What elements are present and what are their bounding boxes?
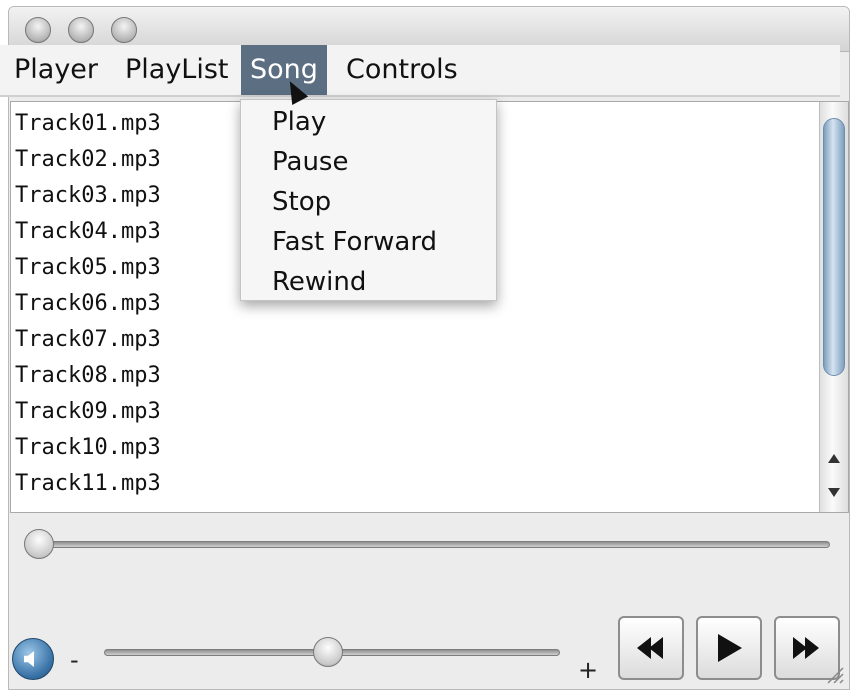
playlist-track[interactable]: Track02.mp3 [15, 142, 161, 178]
playlist-track[interactable]: Track03.mp3 [15, 178, 161, 214]
playlist-scrollbar[interactable] [819, 102, 848, 512]
play-button[interactable] [696, 616, 762, 680]
rewind-button[interactable] [618, 616, 684, 680]
playlist-track[interactable]: Track05.mp3 [15, 250, 161, 286]
rewind-icon [637, 637, 663, 659]
menu-controls[interactable]: Controls [337, 45, 467, 95]
minimize-window-button[interactable] [68, 17, 94, 43]
close-window-button[interactable] [25, 17, 51, 43]
playlist-track[interactable]: Track09.mp3 [15, 394, 161, 430]
progress-slider-knob[interactable] [24, 529, 54, 559]
menu-item-stop[interactable]: Stop [272, 182, 331, 222]
menu-item-rewind[interactable]: Rewind [272, 262, 366, 302]
playlist-track[interactable]: Track11.mp3 [15, 466, 161, 502]
menu-player[interactable]: Player [5, 45, 107, 95]
menu-bar: Player PlayList Song Controls [0, 45, 840, 97]
menu-item-pause[interactable]: Pause [272, 142, 348, 182]
playlist-track[interactable]: Track10.mp3 [15, 430, 161, 466]
scroll-up-arrow-icon[interactable] [828, 454, 840, 463]
scrollbar-thumb[interactable] [823, 118, 845, 376]
song-menu-dropdown: Play Pause Stop Fast Forward Rewind [240, 99, 497, 301]
scroll-down-arrow-icon[interactable] [828, 488, 840, 497]
menu-item-play[interactable]: Play [272, 102, 326, 142]
progress-slider-track[interactable] [26, 541, 830, 548]
playlist-track[interactable]: Track07.mp3 [15, 322, 161, 358]
volume-icon [12, 638, 54, 680]
play-icon [718, 634, 742, 662]
zoom-window-button[interactable] [111, 17, 137, 43]
resize-grip-icon[interactable] [822, 662, 844, 684]
menu-item-fast-forward[interactable]: Fast Forward [272, 222, 437, 262]
menu-playlist[interactable]: PlayList [116, 45, 238, 95]
volume-plus-label: + [578, 656, 599, 684]
volume-slider-knob[interactable] [312, 637, 343, 667]
playlist-track[interactable]: Track01.mp3 [15, 106, 161, 142]
playlist-track[interactable]: Track08.mp3 [15, 358, 161, 394]
playlist-track[interactable]: Track04.mp3 [15, 214, 161, 250]
playlist-track[interactable]: Track06.mp3 [15, 286, 161, 322]
volume-minus-label: - [70, 646, 79, 674]
